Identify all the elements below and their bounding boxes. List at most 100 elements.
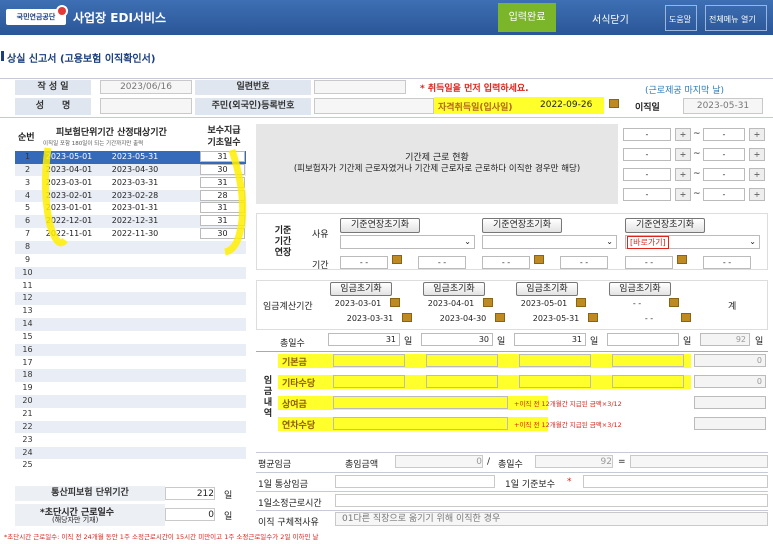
avg-wage-label: 평균임금 bbox=[258, 460, 292, 470]
days-field[interactable]: 31 bbox=[514, 333, 586, 346]
link-shortcut[interactable]: [바로가기] bbox=[627, 236, 669, 249]
wage-item-note: +이직 전 12개월간 지급된 금액×3/12 bbox=[514, 400, 622, 408]
wage-to-date[interactable]: 2023-03-31 bbox=[340, 314, 400, 323]
extension-reset-button[interactable]: 기준연장초기화 bbox=[340, 218, 420, 233]
wage-amount-field[interactable] bbox=[519, 354, 591, 367]
wage-item-total[interactable]: 0 bbox=[694, 354, 766, 367]
tilde: ~ bbox=[693, 129, 701, 139]
extension-to-field[interactable]: - - bbox=[418, 256, 466, 269]
day-unit: 일 bbox=[683, 337, 692, 347]
days-field[interactable]: 31 bbox=[328, 333, 400, 346]
wage-item-total[interactable] bbox=[694, 396, 766, 409]
wage-reset-button[interactable]: 임금초기화 bbox=[423, 282, 485, 296]
extension-reason-select[interactable]: ⌄ bbox=[340, 235, 475, 249]
tilde: ~ bbox=[693, 169, 701, 179]
wage-reset-button[interactable]: 임금초기화 bbox=[516, 282, 578, 296]
wage-amount-field[interactable] bbox=[333, 396, 508, 409]
contract-from-field[interactable]: - bbox=[623, 148, 671, 161]
calendar-icon[interactable] bbox=[681, 313, 691, 323]
calendar-icon[interactable] bbox=[588, 313, 598, 323]
avg-amount-field[interactable]: 0 bbox=[395, 455, 483, 468]
extension-from-field[interactable]: - - bbox=[340, 256, 388, 269]
wage-to-date[interactable]: 2023-04-30 bbox=[433, 314, 493, 323]
days-field[interactable] bbox=[607, 333, 679, 346]
wage-item-total[interactable]: 0 bbox=[694, 375, 766, 388]
contract-to-field[interactable]: - bbox=[703, 168, 745, 181]
calendar-icon[interactable] bbox=[495, 313, 505, 323]
tilde: ~ bbox=[693, 189, 701, 199]
wage-amount-field[interactable] bbox=[333, 417, 508, 430]
calendar-icon[interactable] bbox=[576, 298, 586, 308]
extension-reset-button[interactable]: 기준연장초기화 bbox=[625, 218, 705, 233]
wage-amount-field[interactable] bbox=[519, 375, 591, 388]
calendar-icon[interactable] bbox=[392, 255, 402, 265]
avg-result-field[interactable] bbox=[630, 455, 768, 468]
wage-item-label: 기본금 bbox=[282, 358, 307, 368]
wage-item-label: 상여금 bbox=[282, 400, 307, 410]
work-hours-field[interactable] bbox=[335, 494, 768, 507]
leave-reason-field[interactable]: 01다른 직장으로 옮기기 위해 이직한 경우 bbox=[335, 512, 768, 526]
calendar-icon[interactable] bbox=[677, 255, 687, 265]
daily-wage-field[interactable] bbox=[335, 475, 495, 488]
wage-from-date[interactable]: 2023-03-01 bbox=[328, 299, 388, 308]
contract-from-field[interactable]: - bbox=[623, 128, 671, 141]
wage-item-note: +이직 전 12개월간 지급된 금액×3/12 bbox=[514, 421, 622, 429]
contract-to-field[interactable]: - bbox=[703, 128, 745, 141]
days-total-field[interactable]: 92 bbox=[700, 333, 750, 346]
daily-base-field[interactable] bbox=[583, 475, 768, 488]
contract-from-field[interactable]: - bbox=[623, 188, 671, 201]
wage-from-date[interactable]: 2023-05-01 bbox=[514, 299, 574, 308]
avg-days-field[interactable]: 92 bbox=[535, 455, 613, 468]
wage-amount-field[interactable] bbox=[612, 354, 684, 367]
wage-amount-field[interactable] bbox=[426, 375, 498, 388]
extension-reason-select[interactable]: ⌄ bbox=[482, 235, 617, 249]
extension-from-field[interactable]: - - bbox=[482, 256, 530, 269]
work-hours-label: 1일소정근로시간 bbox=[258, 499, 322, 509]
spinner-icon[interactable]: ÷ bbox=[749, 168, 765, 181]
extension-to-field[interactable]: - - bbox=[560, 256, 608, 269]
days-field[interactable]: 30 bbox=[421, 333, 493, 346]
extension-from-field[interactable]: - - bbox=[625, 256, 673, 269]
wage-amount-field[interactable] bbox=[612, 375, 684, 388]
calendar-icon[interactable] bbox=[390, 298, 400, 308]
day-unit: 일 bbox=[404, 337, 413, 347]
spinner-icon[interactable]: ÷ bbox=[675, 188, 691, 201]
wage-period-label: 임금계산기간 bbox=[263, 302, 313, 312]
total-days-label: 총일수 bbox=[280, 339, 305, 349]
spinner-icon[interactable]: ÷ bbox=[749, 188, 765, 201]
wage-amount-field[interactable] bbox=[426, 354, 498, 367]
calendar-icon[interactable] bbox=[483, 298, 493, 308]
calendar-icon[interactable] bbox=[402, 313, 412, 323]
spinner-icon[interactable]: ÷ bbox=[675, 168, 691, 181]
extension-to-field[interactable]: - - bbox=[703, 256, 751, 269]
day-unit: 일 bbox=[755, 337, 764, 347]
wage-to-date[interactable]: 2023-05-31 bbox=[526, 314, 586, 323]
wage-item-label: 기타수당 bbox=[282, 379, 316, 389]
wage-from-date[interactable]: 2023-04-01 bbox=[421, 299, 481, 308]
wage-detail-label: 임금내역 bbox=[263, 376, 273, 419]
contract-to-field[interactable]: - bbox=[703, 148, 745, 161]
spinner-icon[interactable]: ÷ bbox=[749, 128, 765, 141]
extension-label: 기준 기간 연장 bbox=[274, 226, 292, 258]
daily-wage-label: 1일 통상임금 bbox=[258, 480, 308, 490]
spinner-icon[interactable]: ÷ bbox=[675, 128, 691, 141]
footnote: *초단시간 근로일수: 이직 전 24개월 동안 1주 소정근로시간이 15시간… bbox=[4, 533, 319, 541]
contract-from-field[interactable]: - bbox=[623, 168, 671, 181]
wage-from-date[interactable]: - - bbox=[607, 299, 667, 308]
wage-reset-button[interactable]: 임금초기화 bbox=[330, 282, 392, 296]
wage-reset-button[interactable]: 임금초기화 bbox=[609, 282, 671, 296]
wage-item-total[interactable] bbox=[694, 417, 766, 430]
extension-reset-button[interactable]: 기준연장초기화 bbox=[482, 218, 562, 233]
contract-to-field[interactable]: - bbox=[703, 188, 745, 201]
contract-period-grid[interactable]: - ÷ ~ - ÷ - ÷ ~ - ÷ - ÷ ~ - ÷ - ÷ ~ - ÷ bbox=[623, 124, 768, 204]
wage-amount-field[interactable] bbox=[333, 375, 405, 388]
wage-amount-field[interactable] bbox=[333, 354, 405, 367]
spinner-icon[interactable]: ÷ bbox=[749, 148, 765, 161]
wage-to-date[interactable]: - - bbox=[619, 314, 679, 323]
spinner-icon[interactable]: ÷ bbox=[675, 148, 691, 161]
calendar-icon[interactable] bbox=[669, 298, 679, 308]
calendar-icon[interactable] bbox=[534, 255, 544, 265]
wage-total-label: 계 bbox=[728, 302, 737, 312]
day-unit: 일 bbox=[590, 337, 599, 347]
wage-item-label: 연차수당 bbox=[282, 421, 316, 431]
